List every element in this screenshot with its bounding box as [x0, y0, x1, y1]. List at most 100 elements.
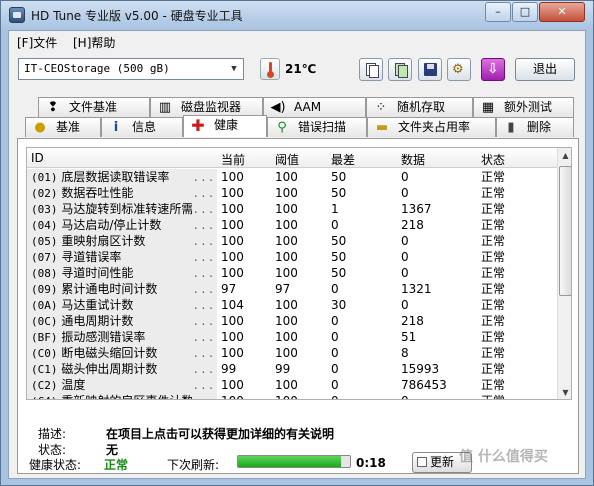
info-icon: ❢: [47, 100, 59, 115]
tab-random-access[interactable]: ⁘ 随机存取: [366, 97, 473, 117]
title-bar[interactable]: HD Tune 专业版 v5.00 - 硬盘专业工具 – □ ✕: [1, 1, 593, 29]
watermark-logo: 值 什么值得买: [459, 449, 548, 465]
attribute-name-cell: (C0) 断电磁头缩回计数 . . .: [27, 345, 217, 361]
table-row[interactable]: (09) 累计通电时间计数 . . . 97 97 0 1321 正常: [27, 281, 557, 297]
download-icon: ⇩: [487, 61, 499, 77]
data-cell: 15993: [401, 362, 440, 376]
refresh-progress-bar: [237, 455, 351, 468]
tab-extra-tests[interactable]: ▦ 额外测试: [473, 97, 574, 117]
magnifier-icon: ⚲: [277, 120, 287, 135]
attribute-name: 马达重试计数: [61, 298, 134, 312]
attribute-name-cell: (05) 重映射扇区计数 . . .: [27, 233, 217, 249]
tab-benchmark[interactable]: ● 基准: [25, 117, 101, 137]
menu-bar: [F]文件 [H]帮助: [9, 31, 585, 51]
exit-button[interactable]: 退出: [515, 58, 575, 81]
app-window: HD Tune 专业版 v5.00 - 硬盘专业工具 – □ ✕ [F]文件 […: [0, 0, 594, 486]
table-row[interactable]: (BF) 振动感测错误率 . . . 100 100 0 51 正常: [27, 329, 557, 345]
download-button[interactable]: ⇩: [481, 58, 505, 81]
current-cell: 100: [221, 378, 244, 392]
attribute-name-cell: (BF) 振动感测错误率 . . .: [27, 329, 217, 345]
menu-help[interactable]: [H]帮助: [73, 34, 115, 51]
threshold-cell: 100: [275, 378, 298, 392]
tab-aam[interactable]: ◀) AAM: [263, 97, 366, 117]
attribute-code: (03): [31, 203, 58, 216]
status-cell: 正常: [481, 218, 506, 232]
data-cell: 0: [401, 170, 409, 184]
worst-cell: 50: [331, 186, 347, 200]
header-status[interactable]: 状态: [481, 151, 505, 168]
table-row[interactable]: (03) 马达旋转到标准转速所需.... . . 100 100 1 1367 正常: [27, 201, 557, 217]
status-cell: 正常: [481, 362, 506, 376]
attribute-name: 磁头伸出周期计数: [61, 362, 158, 376]
attribute-name: 断电磁头缩回计数: [61, 346, 158, 360]
status-cell: 正常: [481, 202, 506, 216]
tab-erase[interactable]: ▮ 删除: [496, 117, 574, 137]
thermometer-icon: [260, 58, 280, 80]
tab-disk-monitor[interactable]: ▥ 磁盘监视器: [150, 97, 263, 117]
client-area: [F]文件 [H]帮助 IT-CEOStorage (500 gB) ▼ 21℃…: [8, 30, 586, 479]
table-row[interactable]: (C4) 重新映射的扇区事件计数. . . 100 100 0 0 正常: [27, 393, 557, 399]
header-worst[interactable]: 最差: [331, 151, 355, 168]
attribute-code: (07): [31, 251, 58, 264]
current-cell: 100: [221, 250, 244, 264]
health-cross-icon: ✚: [191, 116, 205, 135]
attribute-name: 数据吞吐性能: [61, 186, 134, 200]
monitor-chart-icon: ▥: [158, 100, 172, 115]
minimize-button[interactable]: –: [485, 2, 511, 22]
save-button[interactable]: [418, 58, 442, 81]
close-button[interactable]: ✕: [539, 2, 585, 22]
tab-file-benchmark[interactable]: ❢ 文件基准: [38, 97, 150, 117]
table-row[interactable]: (01) 底层数据读取错误率 . . . 100 100 50 0 正常: [27, 169, 557, 185]
tab-error-scan[interactable]: ⚲ 错误扫描: [267, 117, 367, 137]
current-cell: 100: [221, 393, 244, 399]
header-threshold[interactable]: 阈值: [275, 151, 299, 168]
table-row[interactable]: (02) 数据吞吐性能 . . . 100 100 50 0 正常: [27, 185, 557, 201]
tab-info[interactable]: i 信息: [101, 117, 183, 137]
worst-cell: 0: [331, 330, 339, 344]
health-panel: ID 当前 阈值 最差 数据 状态 (01) 底层数据读取错误率. . . 100…: [17, 138, 579, 474]
table-row[interactable]: (C2) 温度 . . . 100 100 0 786453 正常: [27, 377, 557, 393]
worst-cell: 0: [331, 346, 339, 360]
header-current[interactable]: 当前: [221, 151, 245, 168]
scroll-down-icon[interactable]: ▼: [558, 385, 571, 399]
data-cell: 786453: [401, 378, 447, 392]
copy-screen-button[interactable]: [388, 58, 412, 81]
checkbox-icon[interactable]: [417, 457, 427, 467]
maximize-button[interactable]: □: [512, 2, 538, 22]
threshold-cell: 100: [275, 186, 298, 200]
attribute-name-cell: (C2) 温度 . . .: [27, 377, 217, 393]
table-row[interactable]: (04) 马达启动/停止计数 . . . 100 100 0 218 正常: [27, 217, 557, 233]
table-row[interactable]: (C1) 磁头伸出周期计数 . . . 99 99 0 15993 正常: [27, 361, 557, 377]
scroll-up-icon[interactable]: ▲: [558, 148, 571, 164]
current-cell: 100: [221, 234, 244, 248]
vertical-scrollbar[interactable]: ▲ ▼: [557, 148, 571, 399]
header-id[interactable]: ID: [31, 151, 44, 165]
status-cell: 正常: [481, 282, 506, 296]
attribute-name-cell: (09) 累计通电时间计数 . . .: [27, 281, 217, 297]
table-row[interactable]: (07) 寻道错误率 . . . 100 100 50 0 正常: [27, 249, 557, 265]
tab-folder-usage[interactable]: ▬ 文件夹占用率: [367, 117, 496, 137]
chevron-down-icon[interactable]: ▼: [226, 60, 242, 78]
folder-icon: ▬: [375, 120, 389, 135]
header-data[interactable]: 数据: [401, 151, 425, 168]
smart-table[interactable]: ID 当前 阈值 最差 数据 状态 (01) 底层数据读取错误率. . . 100…: [26, 147, 572, 400]
ellipsis: . . .: [191, 377, 213, 393]
attribute-name: 马达启动/停止计数: [61, 218, 162, 232]
menu-file[interactable]: [F]文件: [17, 34, 57, 51]
tab-health[interactable]: ✚ 健康: [183, 115, 267, 137]
table-row[interactable]: (08) 寻道时间性能 . . . 100 100 50 0 正常: [27, 265, 557, 281]
drive-select[interactable]: IT-CEOStorage (500 gB) ▼: [18, 58, 244, 80]
status-cell: 正常: [481, 186, 506, 200]
table-row[interactable]: (C0) 断电磁头缩回计数 . . . 100 100 0 8 正常: [27, 345, 557, 361]
table-row[interactable]: (05) 重映射扇区计数 . . . 100 100 50 0 正常: [27, 233, 557, 249]
attribute-name-cell: (C1) 磁头伸出周期计数 . . .: [27, 361, 217, 377]
window-title: HD Tune 专业版 v5.00 - 硬盘专业工具: [31, 9, 243, 23]
copy-text-button[interactable]: [359, 58, 383, 81]
table-body: (01) 底层数据读取错误率. . . 100 100 50 0 正常 (02) 数据吞吐性…: [27, 169, 557, 399]
table-row[interactable]: (0C) 通电周期计数 . . . 100 100 0 218 正常: [27, 313, 557, 329]
options-button[interactable]: ⚙: [447, 58, 471, 81]
save-icon: [424, 63, 437, 76]
scrollbar-thumb[interactable]: [559, 166, 571, 296]
table-row[interactable]: (0A) 马达重试计数 . . . 104 100 30 0 正常: [27, 297, 557, 313]
current-cell: 99: [221, 362, 237, 376]
